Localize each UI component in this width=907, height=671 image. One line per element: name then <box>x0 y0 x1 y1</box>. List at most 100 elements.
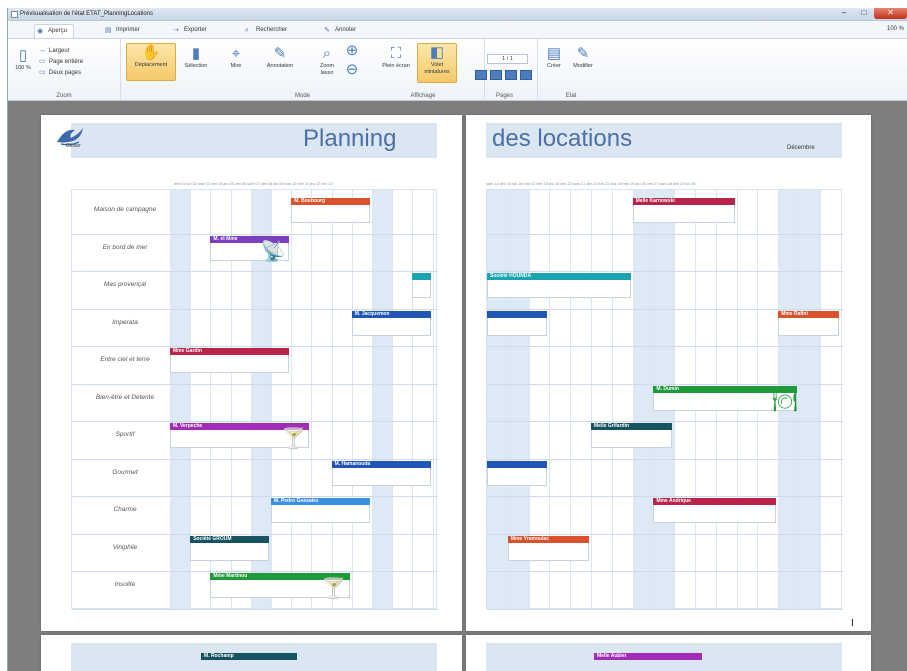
zoom-group: ▯ 100 % ↔ Largeur ▭ Page entière ▭ Deux page… <box>8 39 121 101</box>
booking-bar[interactable]: Melle Grifardin <box>591 423 673 430</box>
mire-button[interactable]: ⌖ Mire <box>221 45 251 81</box>
first-page-button[interactable] <box>475 70 487 80</box>
document-preview-area[interactable]: Gloser Planning dim 01 lun 02 mar 03 mer… <box>8 102 907 671</box>
zoom-lasso-button[interactable]: ⌕ Zoom lasso <box>314 45 340 83</box>
largeur-button[interactable]: ↔ Largeur <box>39 47 70 55</box>
full-page-icon: ▭ <box>39 58 46 65</box>
row-label: Imperata <box>112 318 138 326</box>
tab-rechercher[interactable]: ⌕ Rechercher <box>243 24 287 38</box>
booking-card[interactable] <box>351 317 431 336</box>
booking-bar[interactable]: M. Jacquemon <box>351 310 431 318</box>
new-document-icon: ▤ <box>546 45 562 62</box>
report-title-left: Planning <box>303 125 397 152</box>
row-label: Viniphile <box>112 543 138 551</box>
booking-card[interactable] <box>653 505 777 523</box>
modifier-button[interactable]: ✎ Modifier <box>568 45 598 79</box>
pen-icon: ✎ <box>273 45 287 62</box>
last-page-button[interactable] <box>520 70 532 80</box>
button-label: Créer <box>547 63 561 69</box>
report-page-next-right: Melle Aubier <box>466 635 871 671</box>
zoom-out-icon: ⊖ <box>345 61 359 78</box>
next-page-button[interactable] <box>505 70 517 80</box>
ribbon-tabs: ◉ Aperçu ▤ Imprimer ⇢ Exporter ⌕ Rechercher … <box>8 21 907 39</box>
minimize-button[interactable]: ‒ <box>834 8 854 19</box>
booking-bar[interactable]: Mme Gardin <box>170 348 290 355</box>
booking-bar[interactable]: Mme Rafini <box>778 310 839 318</box>
selection-button[interactable]: ▮ Sélection <box>179 45 213 79</box>
booking-bar[interactable]: M. Boubourg <box>291 198 370 205</box>
report-page-left: Gloser Planning dim 01 lun 02 mar 03 mer… <box>41 115 462 631</box>
selection-icon: ▮ <box>191 45 201 62</box>
group-label: Etat <box>565 93 577 99</box>
annotation-button[interactable]: ✎ Annotation <box>259 45 301 79</box>
grid-row-line <box>487 233 843 235</box>
creer-button[interactable]: ▤ Créer <box>543 45 565 79</box>
two-pages-icon: ▭ <box>39 69 46 76</box>
zoom-100-button[interactable]: ▯ 100 % <box>11 47 35 79</box>
zoom-in-button[interactable]: ⊕ <box>342 42 362 59</box>
previous-page-button[interactable] <box>490 70 502 80</box>
page-entiere-button[interactable]: ▭ Page entière <box>39 58 83 66</box>
report-title-right: des locations <box>492 125 633 152</box>
booking-bar[interactable]: Melle Aubier <box>594 653 702 660</box>
page-number-input[interactable]: 1 / 1 <box>487 54 528 64</box>
booking-bar[interactable] <box>487 460 548 468</box>
booking-card[interactable] <box>271 505 370 523</box>
maximize-button[interactable]: □ <box>854 8 874 19</box>
row-label: Entre ciel et terre <box>100 356 150 363</box>
printer-icon: ▤ <box>105 27 112 34</box>
booking-card[interactable] <box>291 205 370 223</box>
grid-row-line <box>487 383 843 385</box>
booking-card[interactable] <box>632 205 735 223</box>
app-window: Prévisualisation de l'état ETAT_Planning… <box>7 8 907 671</box>
tab-exporter[interactable]: ⇢ Exporter <box>171 24 207 38</box>
deux-pages-button[interactable]: ▭ Deux pages <box>39 69 81 77</box>
booking-card[interactable] <box>412 280 431 298</box>
day-header: dim 01 lun 02 mar 03 mer 04 jeu 05 ven 0… <box>174 181 333 186</box>
tab-label: Aperçu <box>48 28 68 34</box>
booking-bar[interactable]: Melle Karnowski <box>632 198 735 205</box>
booking-bar[interactable]: M. Pedro Gonzalez <box>271 498 370 505</box>
weekend-column <box>372 190 393 610</box>
booking-bar[interactable]: M. Rochamp <box>201 653 297 660</box>
booking-card[interactable] <box>487 280 631 298</box>
booking-card[interactable] <box>487 467 548 486</box>
volet-miniatures-button[interactable]: ◧ Volet miniatures <box>417 43 457 83</box>
deplacement-button[interactable]: ✋ Déplacement <box>126 43 176 81</box>
tab-apercu[interactable]: ◉ Aperçu <box>34 24 75 38</box>
grid-row-line <box>72 458 438 460</box>
affichage-group: ⛶ Plein écran ◧ Volet miniatures Affichage <box>374 39 472 101</box>
tab-label: Rechercher <box>256 27 288 33</box>
booking-bar[interactable]: Mme Andrique <box>653 498 777 505</box>
grid-column-line <box>372 190 373 610</box>
grid-row-line <box>487 608 843 610</box>
booking-card[interactable] <box>331 467 431 486</box>
booking-bar[interactable]: Mme Yramoulac <box>507 535 589 543</box>
booking-bar[interactable]: Société GROUM <box>190 535 269 543</box>
tab-label: Exporter <box>184 27 207 33</box>
grid-column-line <box>487 190 488 610</box>
booking-bar[interactable]: M. Hamanouda <box>331 460 431 468</box>
hand-icon: ✋ <box>141 44 161 61</box>
tab-imprimer[interactable]: ▤ Imprimer <box>103 24 140 38</box>
booking-card[interactable] <box>190 542 269 561</box>
grid-row-line <box>487 346 843 347</box>
page-icon: ▯ <box>18 47 28 64</box>
plein-ecran-button[interactable]: ⛶ Plein écran <box>379 45 413 81</box>
booking-card[interactable] <box>507 542 589 561</box>
booking-card[interactable] <box>778 317 839 336</box>
title-bar: Prévisualisation de l'état ETAT_Planning… <box>8 8 907 21</box>
button-label: Deux pages <box>49 70 82 76</box>
booking-card[interactable] <box>591 430 673 448</box>
booking-bar[interactable] <box>412 273 431 280</box>
grid-column-line <box>291 190 293 610</box>
tab-annoter[interactable]: ✎ Annoter <box>322 24 356 38</box>
grid-row-line <box>487 308 843 310</box>
close-button[interactable]: ✕ <box>874 8 907 19</box>
export-icon: ⇢ <box>173 27 179 34</box>
zoom-out-button[interactable]: ⊖ <box>342 61 362 78</box>
booking-bar[interactable] <box>487 310 548 318</box>
booking-bar[interactable]: Société HOUNDA <box>487 273 631 280</box>
booking-card[interactable] <box>170 355 290 373</box>
booking-card[interactable] <box>487 317 548 336</box>
